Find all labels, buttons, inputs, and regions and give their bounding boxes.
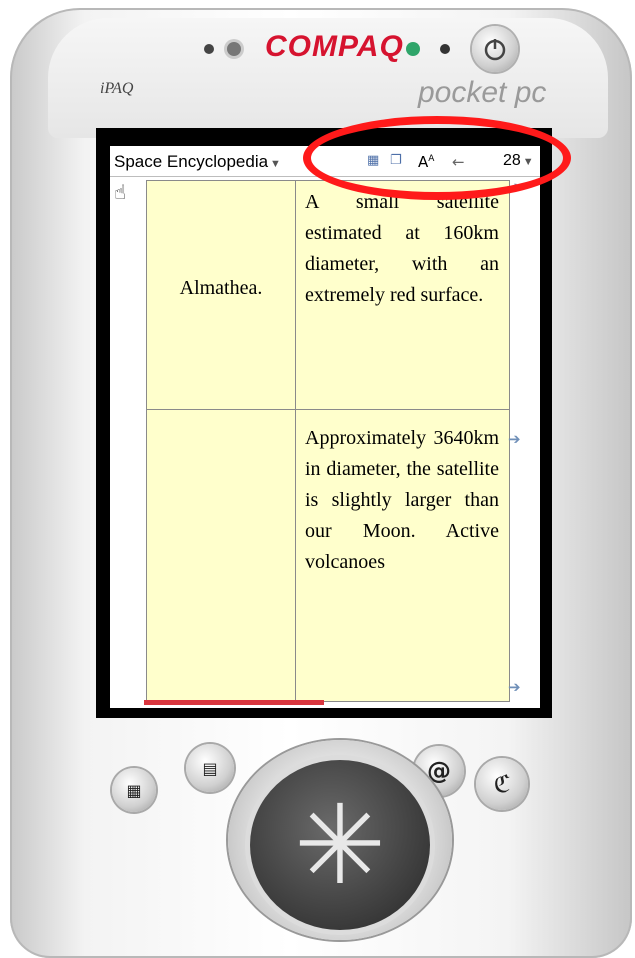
platform-label: pocket pc — [418, 76, 547, 109]
led-center — [227, 42, 241, 56]
power-button[interactable] — [472, 26, 518, 72]
scroll-progress-bar — [144, 700, 324, 705]
led-left — [204, 44, 214, 54]
media-button[interactable]: ℭ — [476, 758, 528, 810]
chevron-down-icon[interactable]: ▼ — [270, 158, 281, 170]
screen: Space Encyclopedia ▼ ▦ ❐ AA ← 28 ▼ ☝ Almat… — [110, 146, 540, 708]
dpad-icon: ✳ — [293, 781, 387, 909]
led-right — [440, 44, 450, 54]
contacts-icon: ▤ — [202, 758, 218, 778]
satellite-description: A small satellite estimated at 160km dia… — [305, 191, 499, 306]
power-icon — [484, 39, 506, 61]
right-arrow-icon[interactable]: ➔ — [508, 430, 521, 448]
table-row: Approximately 3640km in diameter, the sa… — [147, 409, 509, 701]
media-icon: ℭ — [493, 770, 511, 798]
satellite-description: Approximately 3640km in diameter, the sa… — [305, 427, 499, 573]
annotation-ring — [303, 116, 571, 200]
right-arrow-icon[interactable]: ➔ — [508, 678, 521, 696]
calendar-button[interactable]: ▦ — [112, 768, 156, 812]
led-green — [406, 42, 420, 56]
app-title[interactable]: Space Encyclopedia ▼ — [114, 152, 281, 172]
content-table: Almathea. A small satellite estimated at… — [146, 180, 510, 702]
app-title-text: Space Encyclopedia — [114, 152, 269, 171]
table-row: Almathea. A small satellite estimated at… — [147, 181, 509, 410]
hand-pointer-icon[interactable]: ☝ — [114, 180, 126, 204]
calendar-icon: ▦ — [126, 780, 142, 800]
satellite-name: Almathea. — [179, 277, 263, 299]
contacts-button[interactable]: ▤ — [186, 744, 234, 792]
brand-logo: COMPAQ — [265, 30, 404, 63]
model-logo: iPAQ — [100, 80, 134, 97]
